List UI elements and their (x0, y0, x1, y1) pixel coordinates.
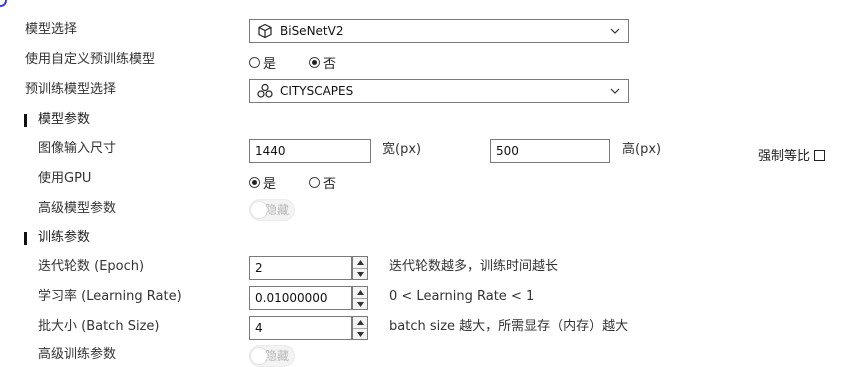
use-gpu-yes-radio[interactable]: 是 (249, 173, 276, 192)
stepper-down-icon[interactable] (353, 298, 367, 310)
train-params-section-title: 训练参数 (23, 230, 91, 245)
corner-indicator-icon (0, 0, 7, 7)
use-gpu-no-radio[interactable]: 否 (309, 173, 336, 192)
radio-label: 是 (263, 57, 277, 72)
radio-label: 否 (323, 57, 337, 72)
model-label: 模型选择 (25, 22, 78, 37)
epoch-hint: 迭代轮数越多，训练时间越长 (389, 259, 559, 274)
pretrained-select[interactable]: CITYSCAPES (249, 79, 629, 103)
lock-ratio-label: 强制等比 (758, 149, 811, 164)
learning-rate-stepper[interactable] (352, 286, 368, 310)
batch-size-label: 批大小 (Batch Size) (38, 319, 160, 334)
custom-pretrained-yes-radio[interactable]: 是 (249, 53, 276, 72)
custom-pretrained-label: 使用自定义预训练模型 (25, 52, 156, 67)
height-unit-label: 高(px) (622, 142, 662, 157)
lock-ratio-checkbox[interactable]: 强制等比 (758, 145, 826, 164)
model-params-section-title: 模型参数 (23, 112, 91, 127)
chevron-down-icon (609, 85, 621, 101)
radio-label: 是 (263, 177, 277, 192)
stepper-up-icon[interactable] (353, 257, 367, 268)
model-select-value: BiSeNetV2 (280, 24, 344, 38)
epoch-input[interactable]: 2 (249, 256, 352, 280)
custom-pretrained-no-radio[interactable]: 否 (309, 53, 336, 72)
pretrained-select-value: CITYSCAPES (280, 84, 354, 98)
batch-size-input[interactable]: 4 (249, 316, 352, 340)
learning-rate-label: 学习率 (Learning Rate) (38, 289, 182, 304)
stepper-down-icon[interactable] (353, 268, 367, 280)
radio-on-icon (249, 177, 260, 188)
advanced-train-params-label: 高级训练参数 (38, 347, 117, 362)
learning-rate-input[interactable]: 0.01000000 (249, 286, 352, 310)
image-width-input[interactable]: 1440 (249, 139, 371, 163)
advanced-train-params-toggle[interactable]: 隐藏 (249, 345, 296, 367)
learning-rate-hint: 0 < Learning Rate < 1 (389, 289, 535, 304)
image-size-label: 图像输入尺寸 (38, 141, 117, 156)
stepper-down-icon[interactable] (353, 328, 367, 340)
advanced-model-params-toggle[interactable]: 隐藏 (249, 199, 296, 221)
epoch-label: 迭代轮数 (Epoch) (38, 259, 145, 274)
advanced-model-params-label: 高级模型参数 (38, 201, 117, 216)
epoch-stepper[interactable] (352, 256, 368, 280)
cube-icon (256, 22, 274, 40)
radio-off-icon (249, 57, 260, 68)
width-unit-label: 宽(px) (382, 142, 422, 157)
checkbox-icon (814, 150, 826, 161)
use-gpu-label: 使用GPU (38, 171, 92, 186)
image-height-input[interactable]: 500 (490, 139, 610, 163)
batch-size-hint: batch size 越大，所需显存（内存）越大 (389, 319, 629, 334)
model-select[interactable]: BiSeNetV2 (249, 19, 629, 43)
radio-on-icon (309, 57, 320, 68)
batch-size-stepper[interactable] (352, 316, 368, 340)
stepper-up-icon[interactable] (353, 287, 367, 298)
chevron-down-icon (609, 25, 621, 41)
radio-label: 否 (323, 177, 337, 192)
stepper-up-icon[interactable] (353, 317, 367, 328)
radio-off-icon (309, 177, 320, 188)
pretrained-label: 预训练模型选择 (25, 82, 117, 97)
cluster-icon (256, 82, 274, 100)
